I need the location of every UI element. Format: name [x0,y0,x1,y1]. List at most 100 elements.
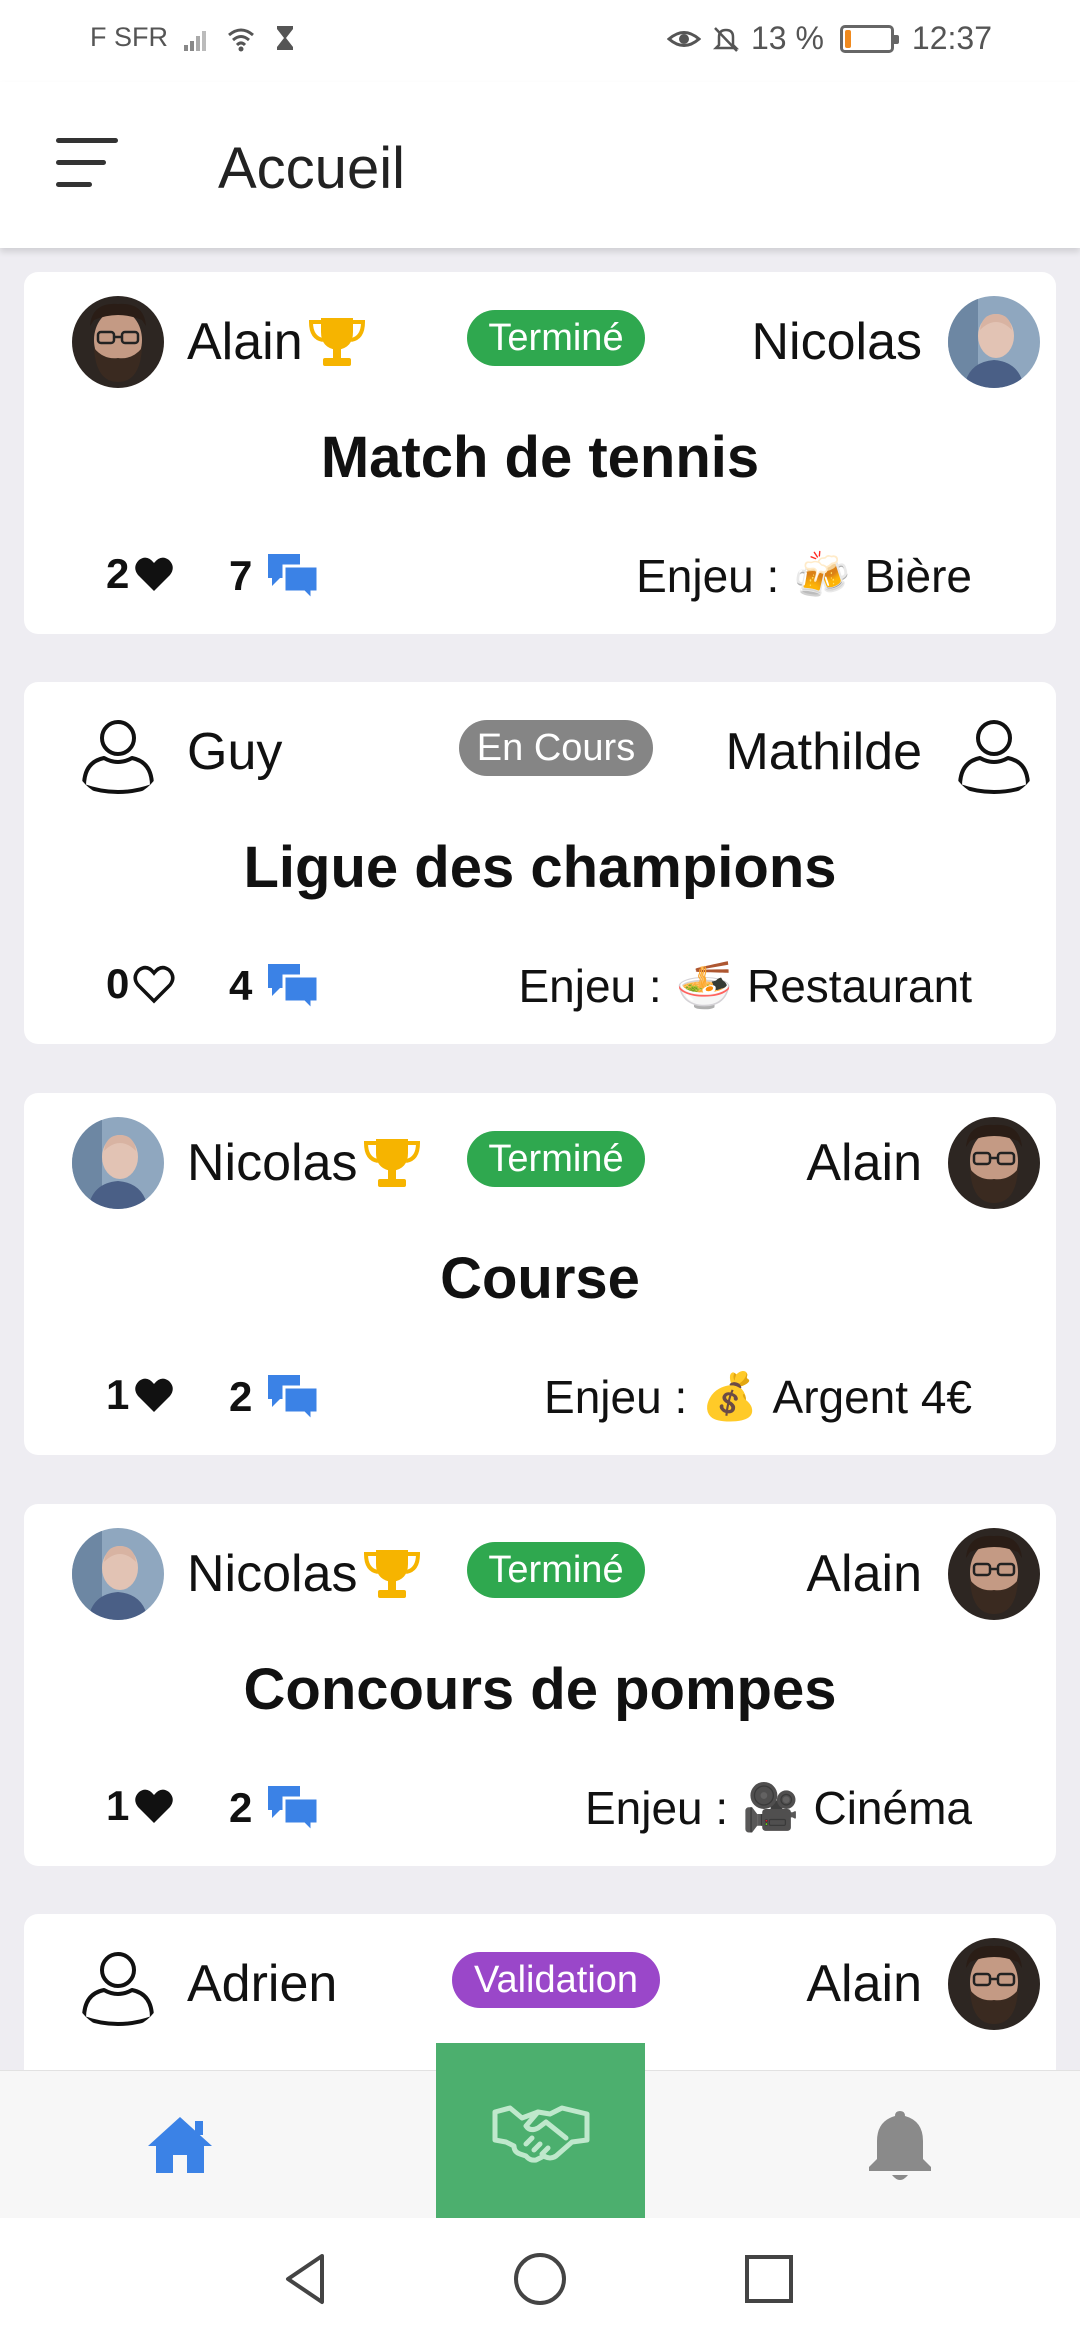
nav-bets[interactable] [436,2043,645,2219]
comment-button[interactable]: 4 [229,960,320,1012]
comment-count: 4 [229,962,253,1009]
comment-button[interactable]: 2 [229,1371,320,1423]
player-right-name: Alain [806,1134,922,1192]
like-count: 1 [106,1782,130,1829]
player-left-label: Adrien [187,1955,338,2013]
handshake-icon [492,2105,589,2163]
comment-count: 2 [229,1784,253,1831]
like-button[interactable]: 1 [106,1371,175,1419]
bet-card[interactable]: Guy En Cours Mathilde Ligue des champions 0 4… [24,682,1056,1044]
avatar [948,1938,1040,2030]
comment-icon[interactable] [266,550,320,602]
home-circle-icon[interactable] [509,2248,571,2310]
recents-icon[interactable] [738,2248,800,2310]
page-title: Accueil [218,136,405,201]
heart-icon[interactable] [133,554,175,594]
trophy-icon [363,1550,420,1598]
player-left-name: Adrien [187,1954,337,2014]
like-count: 2 [106,550,130,597]
battery-icon [839,24,899,53]
stake-label: Enjeu : [584,1781,729,1834]
avatar [72,296,164,388]
stake-value: Cinéma [813,1781,972,1834]
comment-icon[interactable] [266,1782,320,1834]
comment-count: 7 [229,552,253,599]
stake: Enjeu : 🎥 Cinéma [585,1780,972,1835]
battery-percent: 13 % [750,20,824,56]
heart-icon[interactable] [133,964,175,1004]
bell-off-icon [712,26,740,52]
player-left-label: Alain [187,313,303,371]
stake-label: Enjeu : [636,549,780,602]
comment-button[interactable]: 7 [229,550,320,602]
status-bar: F SFR 13 % 12:37 [0,0,1080,82]
avatar [948,1528,1040,1620]
hourglass-icon [277,25,293,50]
stake-label: Enjeu : [544,1370,688,1423]
status-badge: En Cours [459,720,653,776]
eye-icon [666,30,701,47]
avatar [948,296,1040,388]
avatar [72,706,164,798]
player-right-name: Mathilde [725,723,922,781]
avatar [72,1528,164,1620]
stake: Enjeu : 💰 Argent 4€ [544,1369,972,1424]
player-right-name: Alain [806,1955,922,2013]
player-left-label: Nicolas [187,1134,358,1192]
player-right-name: Nicolas [751,313,923,371]
stake-emoji-icon: 🍜 [675,959,733,1011]
bet-title: Course [440,1246,640,1311]
trophy-icon [363,1139,420,1187]
heart-icon[interactable] [133,1375,175,1415]
bet-card[interactable]: Nicolas Terminé Alain Concours de pompes 1 2 E… [24,1504,1056,1866]
stake-emoji-icon: 💰 [701,1370,759,1422]
player-left-label: Guy [187,723,283,781]
bet-feed[interactable]: Alain Terminé Nicolas Match de tennis 2 7 Enje… [0,248,1080,2070]
comment-icon[interactable] [266,1371,320,1423]
like-button[interactable]: 0 [106,960,175,1008]
wifi-icon [228,28,254,51]
bet-title: Ligue des champions [243,835,837,900]
nav-home[interactable] [0,2071,360,2219]
stake-emoji-icon: 🍻 [793,549,851,601]
system-navigation-bar [0,2218,1080,2340]
comment-count: 2 [229,1373,253,1420]
clock: 12:37 [911,20,992,56]
stake-emoji-icon: 🎥 [742,1781,800,1833]
avatar [948,706,1040,798]
menu-icon[interactable] [56,132,122,194]
signal-icon [184,30,206,51]
status-badge: Terminé [467,1542,645,1598]
like-button[interactable]: 1 [106,1782,175,1830]
player-left-name: Alain [187,312,367,372]
like-button[interactable]: 2 [106,550,175,598]
player-left-name: Nicolas [187,1133,422,1193]
player-right-name: Alain [806,1545,922,1603]
heart-icon[interactable] [133,1786,175,1826]
avatar [72,1117,164,1209]
player-left-name: Guy [187,722,282,782]
player-left-label: Nicolas [187,1545,358,1603]
bet-title: Match de tennis [320,425,760,490]
screen: F SFR 13 % 12:37 Accueil Alain Terminé N… [0,0,1080,2340]
bottom-navigation [0,2043,1080,2219]
trophy-icon [308,318,365,366]
back-icon[interactable] [276,2248,338,2310]
status-badge: Validation [452,1952,660,2008]
bell-icon [869,2111,931,2180]
nav-notifications[interactable] [720,2071,1080,2219]
comment-icon[interactable] [266,960,320,1012]
bet-card[interactable]: Alain Terminé Nicolas Match de tennis 2 7 Enje… [24,272,1056,634]
stake-value: Restaurant [746,959,972,1012]
stake-value: Argent 4€ [772,1370,972,1423]
status-badge: Terminé [467,1131,645,1187]
carrier-label: F SFR [90,22,168,52]
home-icon [148,2117,212,2173]
stake-label: Enjeu : [518,959,662,1012]
bet-card[interactable]: Nicolas Terminé Alain Course 1 2 Enjeu : 💰 Argen… [24,1093,1056,1455]
stake: Enjeu : 🍜 Restaurant [518,958,972,1013]
comment-button[interactable]: 2 [229,1782,320,1834]
player-left-name: Nicolas [187,1544,422,1604]
like-count: 1 [106,1371,130,1418]
like-count: 0 [106,960,130,1007]
